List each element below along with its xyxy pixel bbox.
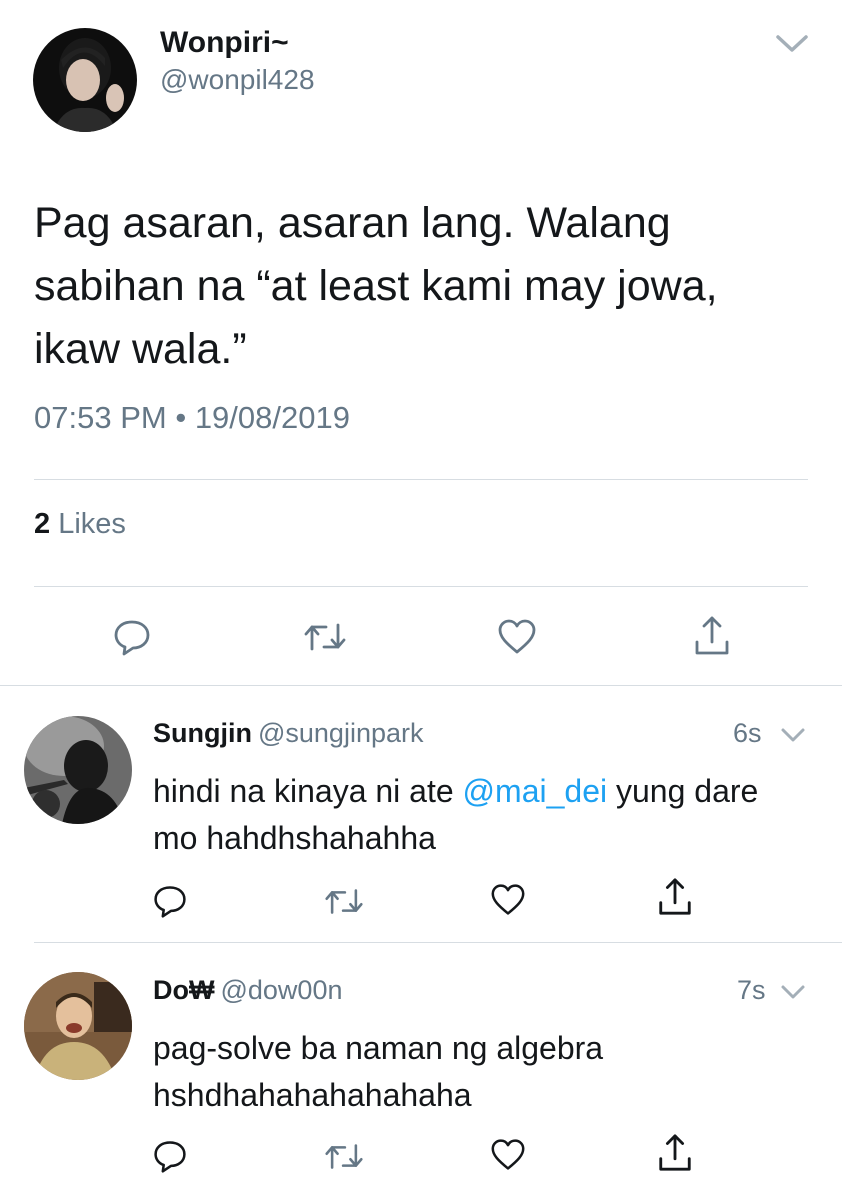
reply-icon[interactable] xyxy=(112,617,152,662)
tweet-text: Pag asaran, asaran lang. Walang sabihan … xyxy=(34,199,718,373)
retweet-icon[interactable] xyxy=(302,619,348,660)
divider xyxy=(34,942,842,943)
avatar[interactable] xyxy=(24,716,132,824)
user-handle[interactable]: @dow00n xyxy=(220,975,342,1005)
user-handle[interactable]: @sungjinpark xyxy=(258,718,424,748)
likes-summary[interactable]: 2 Likes xyxy=(34,508,126,541)
tweet-date[interactable]: 19/08/2019 xyxy=(195,400,350,435)
likes-count: 2 xyxy=(34,508,51,540)
reply-text: hindi na kinaya ni ate @mai_dei yung dar… xyxy=(153,768,793,862)
tweet-timestamp: 07:53 PM • 19/08/2019 xyxy=(34,400,350,436)
chevron-down-icon[interactable] xyxy=(780,727,806,743)
avatar[interactable] xyxy=(24,972,132,1080)
retweet-icon[interactable] xyxy=(323,1140,365,1178)
heart-icon[interactable] xyxy=(490,1138,526,1177)
heart-icon[interactable] xyxy=(490,883,526,922)
avatar[interactable] xyxy=(33,28,137,132)
reply-text: pag-solve ba naman ng algebra hshdhahaha… xyxy=(153,1030,604,1113)
retweet-icon[interactable] xyxy=(323,885,365,923)
reply-icon[interactable] xyxy=(152,883,188,924)
reply-timestamp: 6s xyxy=(733,718,762,748)
share-icon[interactable] xyxy=(656,876,694,923)
reply-icon[interactable] xyxy=(152,1138,188,1179)
divider xyxy=(34,479,808,480)
user-handle[interactable]: @wonpil428 xyxy=(160,64,315,96)
display-name[interactable]: Do₩ xyxy=(153,975,214,1005)
display-name[interactable]: Wonpiri~ xyxy=(160,26,289,60)
reply-author[interactable]: Do₩ @dow00n xyxy=(153,975,342,1006)
tweet-time: 07:53 PM xyxy=(34,400,167,435)
reply-author[interactable]: Sungjin @sungjinpark xyxy=(153,718,423,749)
likes-label: Likes xyxy=(58,508,126,540)
chevron-down-icon[interactable] xyxy=(780,984,806,1000)
mention-link[interactable]: @mai_dei xyxy=(463,773,608,809)
chevron-down-icon[interactable] xyxy=(775,34,809,54)
meta-separator: • xyxy=(175,400,187,435)
heart-icon[interactable] xyxy=(497,618,537,661)
share-icon[interactable] xyxy=(692,614,732,663)
divider xyxy=(34,586,808,587)
reply-text-part: hindi na kinaya ni ate xyxy=(153,773,463,809)
reply-timestamp: 7s xyxy=(737,975,766,1005)
share-icon[interactable] xyxy=(656,1132,694,1179)
display-name[interactable]: Sungjin xyxy=(153,718,252,748)
divider xyxy=(0,685,842,686)
